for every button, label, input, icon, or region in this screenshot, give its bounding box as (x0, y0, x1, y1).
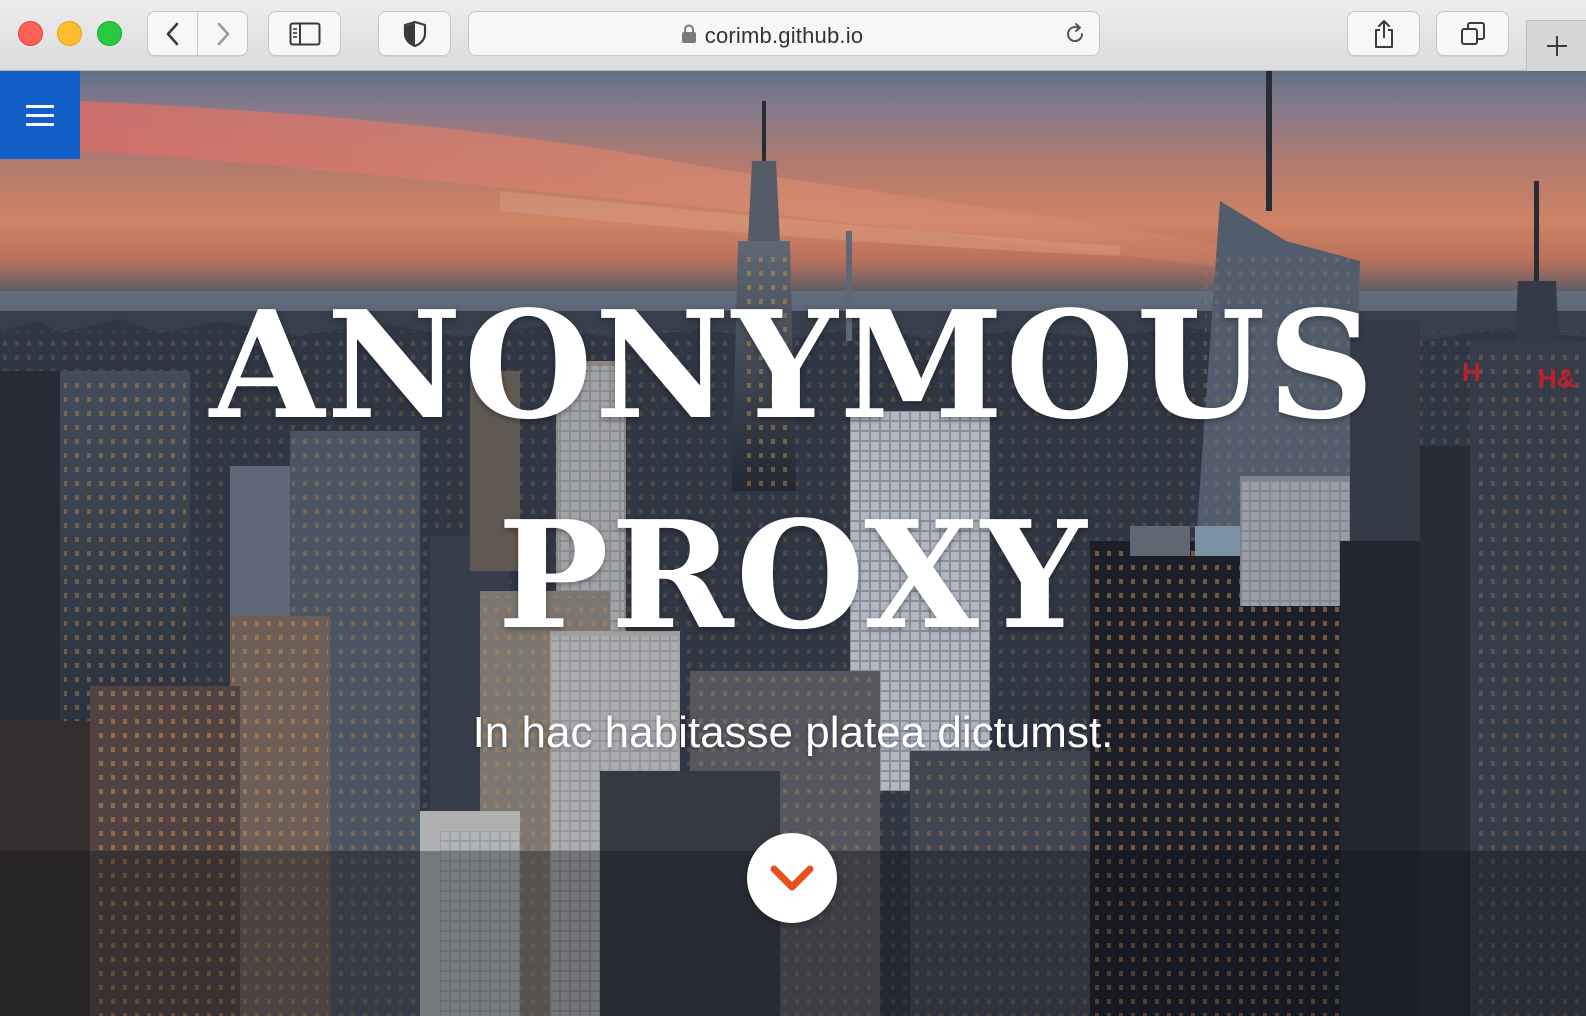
privacy-report-button[interactable] (378, 11, 451, 56)
share-icon (1374, 19, 1393, 48)
plus-icon (1546, 36, 1567, 56)
hamburger-icon (26, 99, 54, 132)
hero-subtitle: In hac habitasse platea dictumst. (472, 708, 1114, 757)
back-button[interactable] (147, 11, 198, 56)
url-text: corimb.github.io (704, 23, 864, 48)
scroll-down-button[interactable] (747, 833, 837, 923)
tabs-overview-icon (1460, 21, 1485, 45)
hero-title-line-2: PROXY (497, 488, 1089, 662)
address-bar[interactable]: corimb.github.io (468, 11, 1100, 56)
browser-toolbar: corimb.github.io (0, 0, 1586, 71)
new-tab-button[interactable] (1526, 20, 1586, 71)
sidebar-toggle-button[interactable] (268, 11, 341, 56)
hamburger-menu-button[interactable] (0, 71, 80, 159)
tab-overview-button[interactable] (1436, 11, 1509, 56)
chevron-right-icon (217, 22, 229, 45)
close-window-button[interactable] (18, 21, 43, 46)
forward-button[interactable] (197, 11, 248, 56)
minimize-window-button[interactable] (57, 21, 82, 46)
chevron-down-icon (770, 865, 814, 891)
sidebar-icon (289, 22, 320, 45)
hero-title-line-1: ANONYMOUS (209, 278, 1377, 452)
share-button[interactable] (1347, 11, 1420, 56)
chevron-left-icon (166, 22, 178, 45)
shield-icon (403, 20, 426, 47)
zoom-window-button[interactable] (97, 21, 122, 46)
reload-icon[interactable] (1063, 22, 1087, 46)
